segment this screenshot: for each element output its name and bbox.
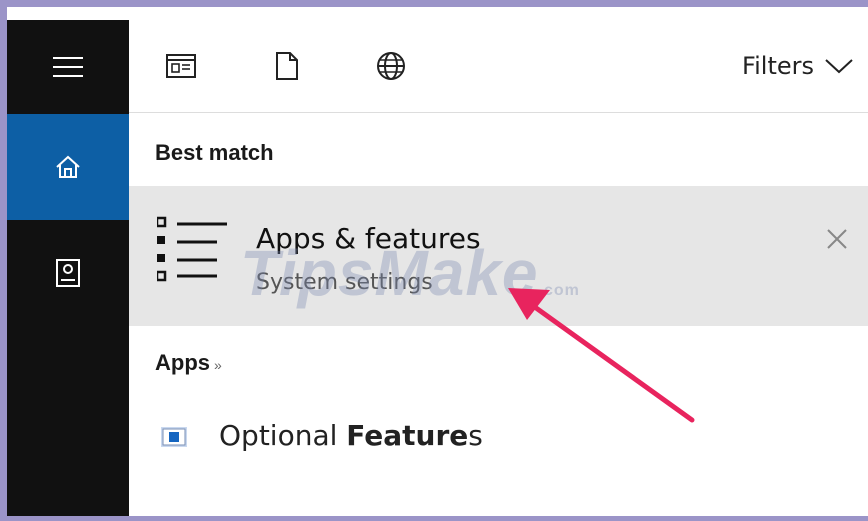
home-icon: [56, 155, 80, 178]
home-button[interactable]: [7, 114, 129, 220]
best-match-result[interactable]: Apps & features System settings: [129, 186, 868, 326]
documents-icon: [276, 52, 298, 80]
result-title: Apps & features: [256, 222, 481, 255]
search-toolbar: Filters: [129, 20, 868, 113]
best-match-heading: Best match: [155, 140, 274, 165]
apps-filter-button[interactable]: [161, 46, 201, 86]
documents-filter-button[interactable]: [267, 46, 307, 86]
filters-label: Filters: [742, 52, 814, 80]
list-settings-icon: [157, 216, 227, 282]
web-icon: [377, 52, 405, 80]
apps-heading[interactable]: Apps»: [155, 350, 222, 376]
apps-heading-label: Apps: [155, 350, 210, 375]
left-rail: [7, 20, 129, 516]
app-result-label: Optional Features: [219, 419, 483, 452]
chevron-down-icon: [825, 59, 853, 74]
optional-features-icon: [161, 427, 187, 447]
menu-button[interactable]: [7, 20, 129, 114]
app-result-item[interactable]: Optional Features: [129, 405, 868, 469]
filters-dropdown[interactable]: Filters: [742, 48, 854, 84]
apps-icon: [166, 54, 196, 78]
apps-more-separator: »: [214, 357, 222, 373]
notebook-icon: [56, 259, 80, 287]
result-subtitle: System settings: [256, 270, 433, 295]
hamburger-menu-icon: [53, 57, 83, 77]
web-filter-button[interactable]: [371, 46, 411, 86]
label-match: Feature: [346, 419, 469, 452]
label-suffix: s: [468, 419, 483, 452]
close-icon[interactable]: [826, 228, 848, 250]
notebook-button[interactable]: [7, 220, 129, 326]
label-prefix: Optional: [219, 419, 347, 452]
